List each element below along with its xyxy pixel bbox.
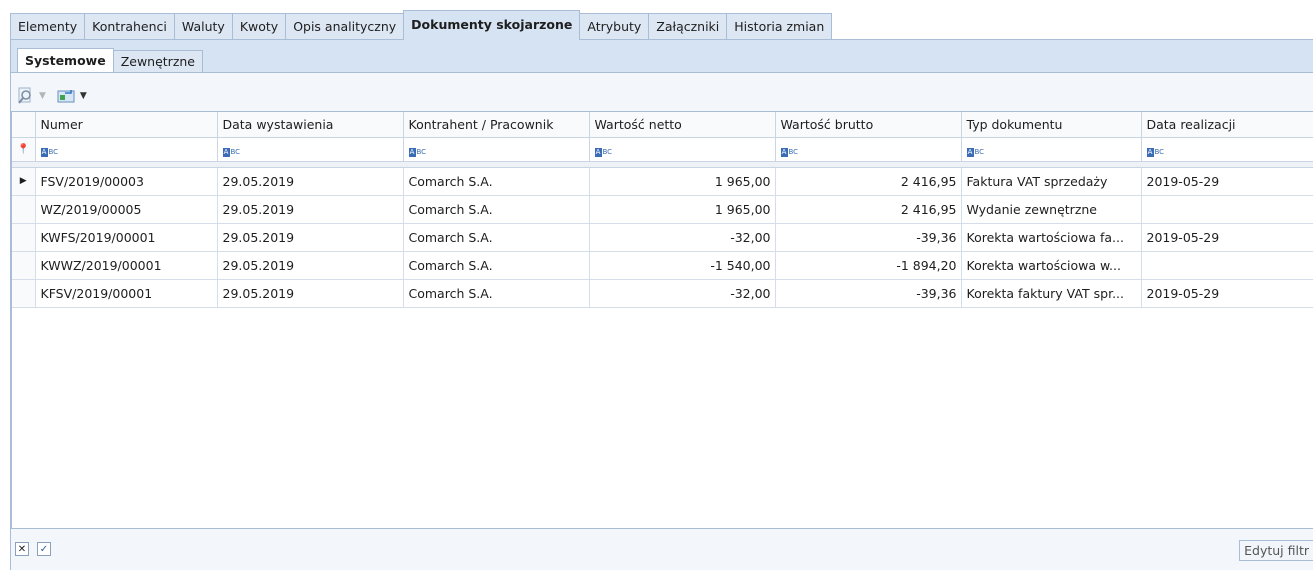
cell-wartosc-netto: 1 965,00 (589, 167, 776, 196)
cell-typ-dokumentu: Korekta faktury VAT spr... (961, 279, 1142, 308)
cell-typ-dokumentu: Wydanie zewnętrzne (961, 195, 1142, 224)
magnifier-icon (18, 87, 31, 104)
cell-kontrahent: Comarch S.A. (403, 251, 590, 280)
row-indicator (12, 251, 36, 280)
filter-enabled-checkbox[interactable]: ✓ (37, 542, 51, 556)
abc-filter-icon: A BC (1146, 147, 1165, 157)
cell-wartosc-brutto: 2 416,95 (775, 195, 962, 224)
abc-filter-icon: A BC (222, 147, 241, 157)
export-icon (57, 90, 75, 103)
abc-filter-icon: A BC (408, 147, 427, 157)
row-pointer-icon: ▶ (12, 167, 36, 196)
cell-kontrahent: Comarch S.A. (403, 223, 590, 252)
cell-data-realizacji (1141, 251, 1313, 280)
abc-filter-icon: A BC (780, 147, 799, 157)
tab-historia-zmian[interactable]: Historia zmian (726, 13, 833, 40)
subtab-zewnetrzne[interactable]: Zewnętrzne (112, 50, 203, 72)
row-indicator (12, 279, 36, 308)
cell-wartosc-brutto: 2 416,95 (775, 167, 962, 196)
close-icon: ✕ (17, 543, 27, 555)
cell-numer: FSV/2019/00003 (35, 167, 218, 196)
tab-kontrahenci[interactable]: Kontrahenci (84, 13, 175, 40)
subtab-panel: ▼ ▼ Numer Data wystawienia Kontrahent / … (11, 72, 1313, 570)
cell-wartosc-netto: -1 540,00 (589, 251, 776, 280)
cell-data-realizacji: 2019-05-29 (1141, 223, 1313, 252)
cell-data-wystawienia: 29.05.2019 (217, 167, 404, 196)
toolbar: ▼ ▼ (17, 85, 87, 107)
cell-kontrahent: Comarch S.A. (403, 167, 590, 196)
cell-typ-dokumentu: Korekta wartościowa w... (961, 251, 1142, 280)
subtab-systemowe[interactable]: Systemowe (17, 48, 114, 72)
cell-wartosc-brutto: -39,36 (775, 223, 962, 252)
cell-wartosc-brutto: -1 894,20 (775, 251, 962, 280)
table-row[interactable]: ▶ FSV/2019/00003 29.05.2019 Comarch S.A.… (12, 167, 1313, 196)
cell-data-realizacji: 2019-05-29 (1141, 167, 1313, 196)
column-header-data-wystawienia[interactable]: Data wystawienia (217, 112, 404, 138)
checkmark-icon: ✓ (39, 543, 49, 555)
column-header-wartosc-netto[interactable]: Wartość netto (589, 112, 776, 138)
column-header-data-realizacji[interactable]: Data realizacji (1141, 112, 1313, 138)
tab-waluty[interactable]: Waluty (173, 13, 233, 40)
cell-data-wystawienia: 29.05.2019 (217, 195, 404, 224)
filter-row: 📍 A BC A BC A BC A BC A BC A BC A BC (12, 137, 1313, 162)
cell-wartosc-brutto: -39,36 (775, 279, 962, 308)
export-dropdown-arrow-icon[interactable]: ▼ (80, 91, 87, 101)
tab-kwoty[interactable]: Kwoty (231, 13, 287, 40)
tab-zalaczniki[interactable]: Załączniki (648, 13, 728, 40)
column-header-kontrahent[interactable]: Kontrahent / Pracownik (403, 112, 590, 138)
row-indicator (12, 223, 36, 252)
table-row[interactable]: KWWZ/2019/00001 29.05.2019 Comarch S.A. … (12, 251, 1313, 280)
clear-filter-button[interactable]: ✕ (15, 542, 29, 556)
cell-numer: KWFS/2019/00001 (35, 223, 218, 252)
cell-numer: KFSV/2019/00001 (35, 279, 218, 308)
filter-pin-icon: 📍 (12, 137, 36, 162)
cell-data-realizacji: 2019-05-29 (1141, 279, 1313, 308)
cell-typ-dokumentu: Faktura VAT sprzedaży (961, 167, 1142, 196)
cell-wartosc-netto: -32,00 (589, 279, 776, 308)
sub-tab-strip: Systemowe Zewnętrzne (17, 48, 203, 72)
top-tab-strip: Elementy Kontrahenci Waluty Kwoty Opis a… (10, 10, 833, 40)
cell-data-realizacji (1141, 195, 1313, 224)
column-header-wartosc-brutto[interactable]: Wartość brutto (775, 112, 962, 138)
column-header-numer[interactable]: Numer (35, 112, 218, 138)
tab-atrybuty[interactable]: Atrybuty (579, 13, 650, 40)
cell-numer: KWWZ/2019/00001 (35, 251, 218, 280)
documents-grid: Numer Data wystawienia Kontrahent / Prac… (11, 111, 1313, 529)
table-row[interactable]: KFSV/2019/00001 29.05.2019 Comarch S.A. … (12, 279, 1313, 308)
column-header-typ-dokumentu[interactable]: Typ dokumentu (961, 112, 1142, 138)
tab-opis-analityczny[interactable]: Opis analityczny (285, 13, 405, 40)
filter-cell-wartosc-brutto[interactable]: A BC (775, 137, 962, 162)
filter-cell-data-realizacji[interactable]: A BC (1141, 137, 1313, 162)
abc-filter-icon: A BC (594, 147, 613, 157)
cell-numer: WZ/2019/00005 (35, 195, 218, 224)
cell-data-wystawienia: 29.05.2019 (217, 223, 404, 252)
filter-bar: ✕ ✓ Edytuj filtr (11, 533, 1313, 564)
row-indicator (12, 195, 36, 224)
filter-cell-kontrahent[interactable]: A BC (403, 137, 590, 162)
header-indicator (12, 112, 36, 138)
abc-filter-icon: A BC (966, 147, 985, 157)
filter-cell-wartosc-netto[interactable]: A BC (589, 137, 776, 162)
table-row[interactable]: WZ/2019/00005 29.05.2019 Comarch S.A. 1 … (12, 195, 1313, 224)
edit-filter-button[interactable]: Edytuj filtr (1239, 540, 1313, 561)
preview-dropdown-arrow-icon[interactable]: ▼ (39, 91, 46, 101)
export-button[interactable]: ▼ (56, 86, 87, 106)
tab-content-frame: Systemowe Zewnętrzne ▼ ▼ Numer Data wyst… (10, 39, 1313, 570)
table-row[interactable]: KWFS/2019/00001 29.05.2019 Comarch S.A. … (12, 223, 1313, 252)
tab-dokumenty-skojarzone[interactable]: Dokumenty skojarzone (403, 10, 581, 40)
filter-cell-typ-dokumentu[interactable]: A BC (961, 137, 1142, 162)
cell-data-wystawienia: 29.05.2019 (217, 279, 404, 308)
abc-filter-icon: A BC (40, 147, 59, 157)
cell-wartosc-netto: 1 965,00 (589, 195, 776, 224)
grid-header-row: Numer Data wystawienia Kontrahent / Prac… (12, 112, 1313, 138)
cell-kontrahent: Comarch S.A. (403, 279, 590, 308)
tab-elementy[interactable]: Elementy (10, 13, 86, 40)
cell-typ-dokumentu: Korekta wartościowa fa... (961, 223, 1142, 252)
filter-cell-data-wystawienia[interactable]: A BC (217, 137, 404, 162)
filter-cell-numer[interactable]: A BC (35, 137, 218, 162)
cell-wartosc-netto: -32,00 (589, 223, 776, 252)
preview-button[interactable]: ▼ (17, 86, 46, 106)
cell-data-wystawienia: 29.05.2019 (217, 251, 404, 280)
cell-kontrahent: Comarch S.A. (403, 195, 590, 224)
